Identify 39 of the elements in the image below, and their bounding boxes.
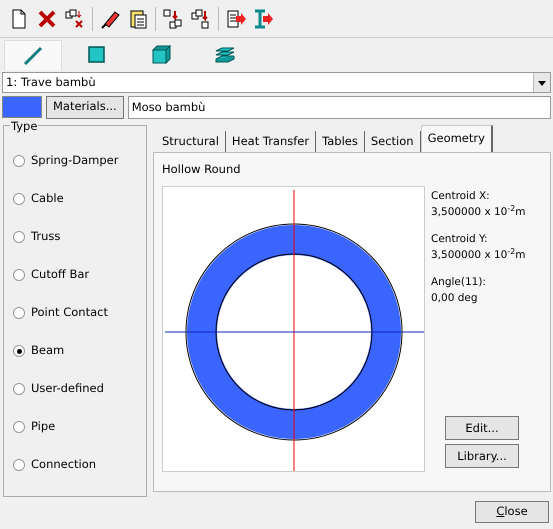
property-label: Angle(11): bbox=[431, 274, 487, 290]
section-name: Hollow Round bbox=[162, 161, 242, 178]
radio-option[interactable]: Point Contact bbox=[10, 294, 140, 332]
dialog-button[interactable]: Library... bbox=[445, 444, 519, 468]
export-icon[interactable] bbox=[225, 8, 247, 30]
tab[interactable]: Geometry bbox=[420, 125, 493, 152]
radio-button[interactable] bbox=[13, 269, 25, 281]
radio-button[interactable] bbox=[13, 193, 25, 205]
property-label: Centroid X: bbox=[431, 189, 491, 204]
radio-button[interactable] bbox=[13, 231, 25, 243]
radio-button[interactable] bbox=[13, 345, 25, 357]
radio-option[interactable]: Connection bbox=[10, 446, 140, 484]
property-value: 3,500000 x 10$^{-2}$m bbox=[431, 248, 526, 263]
property-value: 0,00 deg bbox=[431, 290, 479, 306]
radio-option[interactable]: Truss bbox=[10, 218, 140, 256]
dialog-button[interactable]: Edit... bbox=[445, 416, 519, 440]
material-name-field[interactable]: Moso bambù bbox=[128, 96, 551, 118]
move-icon[interactable] bbox=[162, 8, 184, 30]
radio-option[interactable]: Cable bbox=[10, 180, 140, 218]
radio-option[interactable]: Spring-Damper bbox=[10, 142, 140, 180]
property-value: 3,500000 x 10$^{-2}$m bbox=[431, 205, 526, 220]
radio-option[interactable]: Beam bbox=[10, 332, 140, 370]
radio-button[interactable] bbox=[13, 421, 25, 433]
radio-option[interactable]: Cutoff Bar bbox=[10, 256, 140, 294]
shape-tab[interactable] bbox=[4, 40, 62, 70]
beam-export-icon[interactable] bbox=[253, 8, 275, 30]
materials-button[interactable]: Materials... bbox=[46, 96, 124, 118]
cube-icon bbox=[149, 43, 173, 67]
caret-icon bbox=[537, 78, 547, 86]
radio-button[interactable] bbox=[13, 383, 25, 395]
close-button[interactable]: Close bbox=[475, 501, 549, 523]
delete-icon[interactable] bbox=[36, 8, 58, 30]
radio-button[interactable] bbox=[13, 459, 25, 471]
property-label: Centroid Y: bbox=[431, 232, 489, 247]
radio-button[interactable] bbox=[13, 155, 25, 167]
part-dropdown[interactable]: 1: Trave bambù bbox=[2, 72, 551, 93]
radio-button[interactable] bbox=[13, 307, 25, 319]
radio-option[interactable]: Pipe bbox=[10, 408, 140, 446]
radio-option[interactable]: User-defined bbox=[10, 370, 140, 408]
